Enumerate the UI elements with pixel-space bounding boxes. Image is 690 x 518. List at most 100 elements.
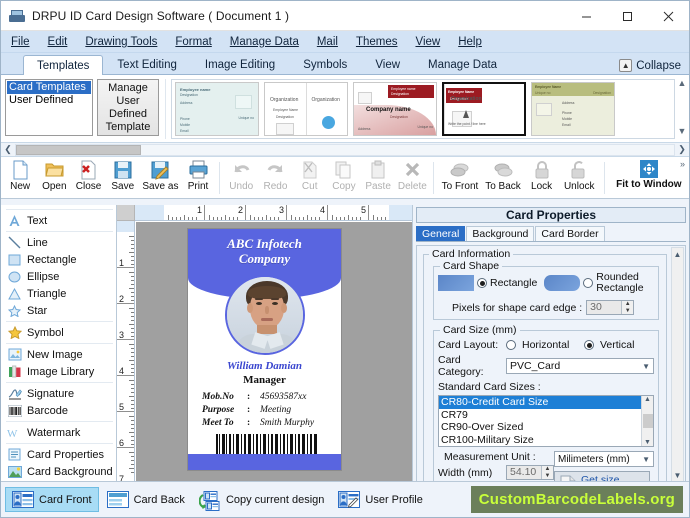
maximize-icon[interactable]: [607, 1, 648, 31]
scroll-up-icon[interactable]: ▲: [644, 396, 651, 403]
list-item[interactable]: CR90-Over Sized: [439, 421, 641, 434]
user-profile-button[interactable]: User Profile: [332, 488, 428, 511]
list-item[interactable]: CR80-Credit Card Size: [439, 396, 641, 409]
tool-barcode[interactable]: Barcode: [3, 402, 116, 419]
panel-scrollbar[interactable]: ▲ ▼: [671, 247, 684, 482]
standard-card-sizes-listbox[interactable]: CR80-Credit Card Size CR79 CR90-Over Siz…: [438, 395, 654, 447]
toolbar-paste-button[interactable]: Paste: [361, 158, 395, 198]
template-source-listbox[interactable]: Card Templates User Defined: [5, 79, 93, 136]
tool-star[interactable]: Star: [3, 302, 116, 319]
toolbar-to-back-button[interactable]: To Back: [481, 158, 524, 198]
card-field-row[interactable]: Purpose : Meeting: [202, 404, 334, 417]
panel-tab-background[interactable]: Background: [466, 226, 535, 241]
template-gallery[interactable]: Employee name Designation Address Phone …: [171, 79, 675, 139]
toolbar-print-button[interactable]: Print: [181, 158, 215, 198]
toolbar-save-button[interactable]: Save: [106, 158, 140, 198]
scrollbar-track[interactable]: [15, 143, 675, 156]
tool-new-image[interactable]: New Image: [3, 346, 116, 363]
measurement-unit-dropdown[interactable]: Milimeters (mm) ▼: [554, 451, 654, 467]
toolbar-unlock-button[interactable]: Unlock: [559, 158, 600, 198]
card-field-row[interactable]: Mob.No : 45693587xx: [202, 391, 334, 404]
tool-image-library[interactable]: Image Library: [3, 363, 116, 380]
scroll-down-icon[interactable]: ▼: [672, 469, 683, 481]
horizontal-radio[interactable]: [506, 340, 516, 350]
card-back-button[interactable]: Card Back: [101, 488, 191, 511]
toolbar-open-button[interactable]: Open: [37, 158, 71, 198]
id-card-front[interactable]: ABC Infotech Company William Damian Mana…: [187, 228, 342, 471]
toolbar-cut-button[interactable]: Cut: [293, 158, 327, 198]
template-thumb-employee-teal[interactable]: Employee name Designation Address Phone …: [175, 82, 259, 136]
template-gallery-scrollbar[interactable]: ▲ ▼: [676, 78, 688, 136]
scroll-up-icon[interactable]: ▲: [672, 248, 683, 260]
tab-view[interactable]: View: [361, 54, 414, 74]
panel-tab-general[interactable]: General: [416, 226, 466, 241]
width-value[interactable]: 54.10: [507, 466, 541, 479]
vertical-radio[interactable]: [584, 340, 594, 350]
scroll-down-icon[interactable]: ▼: [644, 439, 651, 446]
card-front-button[interactable]: Card Front: [5, 487, 99, 512]
template-thumb-olive-employee[interactable]: Employee Name Unique no Designation Addr…: [531, 82, 615, 136]
template-thumb-organization[interactable]: Organization Employee Name Designation O…: [264, 82, 348, 136]
template-option-user-defined[interactable]: User Defined: [7, 94, 91, 107]
panel-tab-card-border[interactable]: Card Border: [535, 226, 605, 241]
tab-image-editing[interactable]: Image Editing: [191, 54, 289, 74]
toolbar-save-as-button[interactable]: Save as: [140, 158, 181, 198]
pixels-stepper[interactable]: 30 ▲ ▼: [586, 300, 635, 315]
list-item[interactable]: CR79: [439, 409, 641, 422]
menu-format[interactable]: Format: [175, 36, 211, 48]
collapse-ribbon-button[interactable]: ▲ Collapse: [619, 59, 681, 72]
scroll-up-icon[interactable]: ▲: [678, 78, 687, 88]
tool-line[interactable]: Line: [3, 234, 116, 251]
stepper-arrows[interactable]: ▲▼: [621, 301, 634, 314]
toolbar-copy-button[interactable]: Copy: [327, 158, 361, 198]
minimize-icon[interactable]: [566, 1, 607, 31]
template-option-card-templates[interactable]: Card Templates: [7, 81, 91, 94]
tool-card-background[interactable]: Card Background: [3, 463, 116, 480]
rounded-rectangle-radio[interactable]: [583, 278, 594, 288]
menu-view[interactable]: View: [415, 36, 440, 48]
card-designation[interactable]: Manager: [188, 374, 341, 386]
tool-watermark[interactable]: W Watermark: [3, 424, 116, 441]
width-stepper[interactable]: 54.10 ▲ ▼: [506, 465, 554, 480]
more-commands-icon[interactable]: »: [680, 159, 685, 169]
tab-manage-data[interactable]: Manage Data: [414, 54, 511, 74]
tool-ellipse[interactable]: Ellipse: [3, 268, 116, 285]
tab-templates[interactable]: Templates: [23, 55, 104, 75]
manage-user-defined-template-button[interactable]: Manage User Defined Template: [97, 79, 159, 136]
pixels-value[interactable]: 30: [587, 301, 622, 314]
rectangle-radio[interactable]: [477, 278, 487, 288]
tool-symbol[interactable]: Symbol: [3, 324, 116, 341]
toolbar-redo-button[interactable]: Redo: [258, 158, 292, 198]
tool-triangle[interactable]: Triangle: [3, 285, 116, 302]
menu-edit[interactable]: Edit: [48, 36, 68, 48]
menu-drawing-tools[interactable]: Drawing Tools: [85, 36, 157, 48]
menu-help[interactable]: Help: [458, 36, 482, 48]
tab-text-editing[interactable]: Text Editing: [103, 54, 190, 74]
tool-signature[interactable]: Signature: [3, 385, 116, 402]
toolbar-lock-button[interactable]: Lock: [525, 158, 559, 198]
card-photo[interactable]: [224, 275, 305, 355]
menu-file[interactable]: File: [11, 36, 30, 48]
template-thumb-company-red-wave[interactable]: Employee name Designation Company name D…: [353, 82, 437, 136]
stepper-arrows[interactable]: ▲▼: [541, 466, 553, 479]
scroll-left-icon[interactable]: ❮: [1, 144, 15, 155]
tool-rectangle[interactable]: Rectangle: [3, 251, 116, 268]
list-item[interactable]: CR100-Military Size: [439, 434, 641, 447]
toolbar-fit-to-window-button[interactable]: Fit to Window: [609, 158, 689, 198]
card-holder-name[interactable]: William Damian: [188, 360, 341, 372]
close-icon[interactable]: [648, 1, 689, 31]
template-thumb-employee-name-red[interactable]: Employee Name Designation Organization W…: [442, 82, 526, 136]
tab-symbols[interactable]: Symbols: [289, 54, 361, 74]
toolbar-close-button[interactable]: Close: [71, 158, 105, 198]
copy-current-design-button[interactable]: Copy current design: [193, 488, 330, 511]
toolbar-to-front-button[interactable]: To Front: [438, 158, 481, 198]
menu-themes[interactable]: Themes: [356, 36, 398, 48]
scroll-right-icon[interactable]: ❯: [675, 144, 689, 155]
canvas-workspace[interactable]: ABC Infotech Company William Damian Mana…: [136, 222, 412, 481]
listbox-scrollbar[interactable]: ▲ ▼: [641, 396, 653, 446]
scrollbar-thumb[interactable]: [16, 144, 141, 155]
tool-card-properties[interactable]: Card Properties: [3, 446, 116, 463]
toolbar-undo-button[interactable]: Undo: [224, 158, 258, 198]
menu-mail[interactable]: Mail: [317, 36, 338, 48]
scrollbar-thumb[interactable]: [642, 414, 653, 428]
